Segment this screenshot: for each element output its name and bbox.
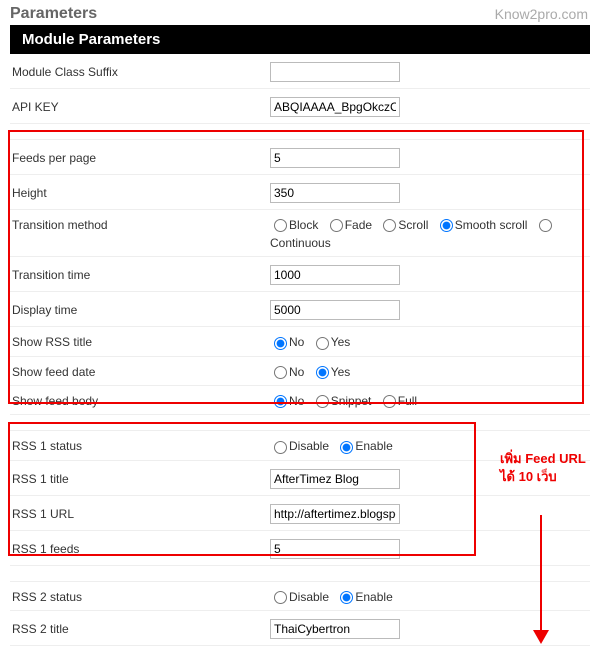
label-rss2-title: RSS 2 title [10, 622, 270, 636]
radio-label-tm-scroll: Scroll [398, 218, 428, 232]
spacer [10, 124, 590, 140]
radio-label-sfb-snippet: Snippet [331, 394, 372, 408]
label-transition-method: Transition method [10, 218, 270, 232]
label-api-key: API KEY [10, 100, 270, 114]
spacer [10, 566, 590, 582]
radio-label-r2s-enable: Enable [355, 590, 392, 604]
input-rss2-title[interactable] [270, 619, 400, 639]
row-show-feed-date: Show feed date No Yes [10, 357, 590, 386]
radio-r2s-enable[interactable] [340, 591, 353, 604]
input-display-time[interactable] [270, 300, 400, 320]
radio-tm-block[interactable] [274, 219, 287, 232]
radio-label-r2s-disable: Disable [289, 590, 329, 604]
label-rss2-status: RSS 2 status [10, 590, 270, 604]
radio-label-tm-fade: Fade [345, 218, 372, 232]
radio-tm-fade[interactable] [330, 219, 343, 232]
radio-sfb-full[interactable] [383, 395, 396, 408]
radio-tm-continuous[interactable] [539, 219, 552, 232]
radio-label-r1s-disable: Disable [289, 439, 329, 453]
input-rss1-title[interactable] [270, 469, 400, 489]
input-height[interactable] [270, 183, 400, 203]
radio-srt-no[interactable] [274, 337, 287, 350]
module-header: Module Parameters [10, 25, 590, 54]
watermark-text: Know2pro.com [495, 6, 588, 22]
input-rss1-feeds[interactable] [270, 539, 400, 559]
input-api-key[interactable] [270, 97, 400, 117]
row-height: Height [10, 175, 590, 210]
annotation-arrow-head-icon [533, 630, 549, 644]
radio-label-tm-continuous: Continuous [10, 236, 590, 257]
label-show-feed-date: Show feed date [10, 365, 270, 379]
label-display-time: Display time [10, 303, 270, 317]
radio-sfb-snippet[interactable] [316, 395, 329, 408]
radio-r1s-disable[interactable] [274, 441, 287, 454]
radio-group-rss2-status: Disable Enable [270, 590, 590, 604]
radio-label-tm-smooth: Smooth scroll [455, 218, 528, 232]
annotation-text: เพิ่ม Feed URL ได้ 10 เว็บ [500, 450, 590, 486]
radio-sfd-no[interactable] [274, 366, 287, 379]
label-rss1-url: RSS 1 URL [10, 507, 270, 521]
radio-sfd-yes[interactable] [316, 366, 329, 379]
label-height: Height [10, 186, 270, 200]
radio-tm-smooth[interactable] [440, 219, 453, 232]
row-transition-time: Transition time [10, 257, 590, 292]
radio-group-show-feed-body: No Snippet Full [270, 394, 590, 408]
radio-tm-scroll[interactable] [383, 219, 396, 232]
label-show-feed-body: Show feed body [10, 394, 270, 408]
row-show-feed-body: Show feed body No Snippet Full [10, 386, 590, 415]
radio-label-sfb-no: No [289, 394, 304, 408]
annotation-arrow-line [540, 515, 542, 635]
row-feeds-per-page: Feeds per page [10, 140, 590, 175]
spacer [10, 415, 590, 431]
radio-group-transition-method: Block Fade Scroll Smooth scroll [270, 218, 590, 232]
label-show-rss-title: Show RSS title [10, 335, 270, 349]
row-rss2-status: RSS 2 status Disable Enable [10, 582, 590, 611]
row-rss2-title: RSS 2 title [10, 611, 590, 646]
radio-label-srt-no: No [289, 335, 304, 349]
input-module-class-suffix[interactable] [270, 62, 400, 82]
radio-group-show-rss-title: No Yes [270, 335, 590, 349]
label-rss1-title: RSS 1 title [10, 472, 270, 486]
input-feeds-per-page[interactable] [270, 148, 400, 168]
label-feeds-per-page: Feeds per page [10, 151, 270, 165]
radio-srt-yes[interactable] [316, 337, 329, 350]
input-rss1-url[interactable] [270, 504, 400, 524]
row-module-class-suffix: Module Class Suffix [10, 54, 590, 89]
radio-label-sfd-yes: Yes [331, 365, 351, 379]
radio-label-srt-yes: Yes [331, 335, 351, 349]
radio-label-r1s-enable: Enable [355, 439, 392, 453]
radio-group-show-feed-date: No Yes [270, 365, 590, 379]
row-rss1-url: RSS 1 URL [10, 496, 590, 531]
label-rss1-feeds: RSS 1 feeds [10, 542, 270, 556]
radio-label-sfd-no: No [289, 365, 304, 379]
radio-label-sfb-full: Full [398, 394, 417, 408]
row-rss1-feeds: RSS 1 feeds [10, 531, 590, 566]
radio-label-tm-block: Block [289, 218, 318, 232]
label-transition-time: Transition time [10, 268, 270, 282]
row-api-key: API KEY [10, 89, 590, 124]
radio-sfb-no[interactable] [274, 395, 287, 408]
row-transition-method: Transition method Block Fade Scroll Smoo… [10, 210, 590, 238]
input-transition-time[interactable] [270, 265, 400, 285]
radio-r2s-disable[interactable] [274, 591, 287, 604]
label-rss1-status: RSS 1 status [10, 439, 270, 453]
radio-r1s-enable[interactable] [340, 441, 353, 454]
label-module-class-suffix: Module Class Suffix [10, 65, 270, 79]
row-show-rss-title: Show RSS title No Yes [10, 327, 590, 356]
row-display-time: Display time [10, 292, 590, 327]
